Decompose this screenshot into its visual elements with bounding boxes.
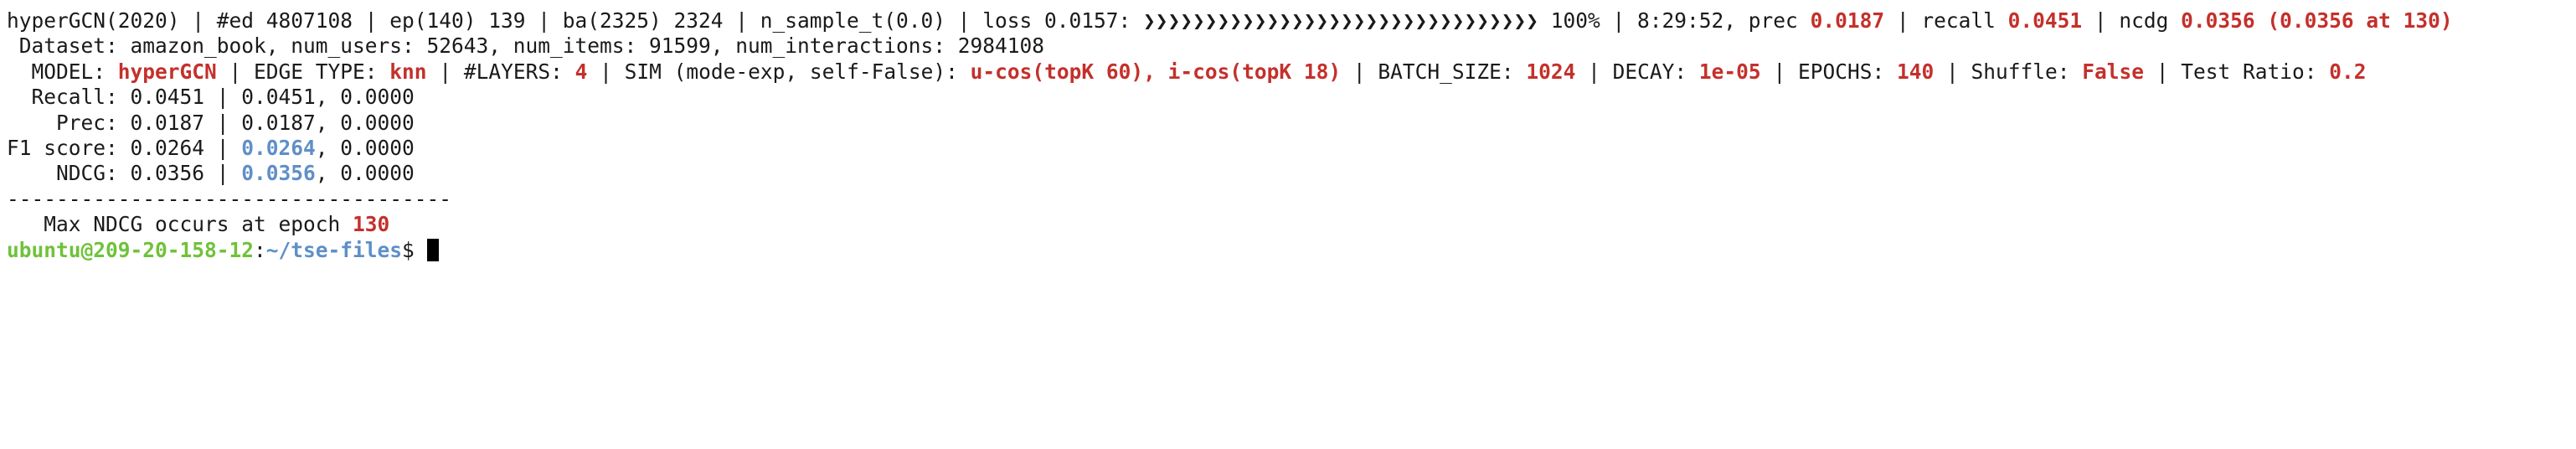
batch-value: 1024: [1526, 59, 1576, 84]
max-ndcg-epoch: 130: [353, 212, 390, 237]
metric-rest: , 0.0000: [315, 135, 415, 160]
prompt-symbol: $: [402, 237, 427, 262]
prompt-path: ~/tse-files: [265, 237, 403, 262]
edge-value: knn: [389, 59, 427, 84]
metric-label: Prec: 0.0187 |: [7, 110, 242, 135]
batch-label: | BATCH_SIZE:: [1341, 59, 1527, 84]
text-cursor[interactable]: [426, 238, 439, 261]
ratio-label: | Test Ratio:: [2144, 59, 2330, 84]
metric-label: NDCG: 0.0356 |: [7, 161, 242, 186]
progress-bar: ❯❯❯❯❯❯❯❯❯❯❯❯❯❯❯❯❯❯❯❯❯❯❯❯❯❯❯❯❯❯❯❯: [1143, 8, 1539, 33]
divider: ------------------------------------: [7, 186, 452, 211]
metric-row-prec: Prec: 0.0187 | 0.0187, 0.0000: [7, 111, 2569, 136]
shuffle-value: False: [2082, 59, 2144, 84]
sim-label: | SIM (mode-exp, self-False):: [587, 59, 971, 84]
prompt-colon: :: [254, 237, 266, 262]
layers-label: | #LAYERS:: [426, 59, 575, 84]
edge-label: | EDGE TYPE:: [216, 59, 390, 84]
model-value: hyperGCN: [117, 59, 217, 84]
metric-best: 0.0356: [241, 161, 316, 186]
max-ndcg-label: Max NDCG occurs at epoch: [7, 212, 353, 237]
decay-value: 1e-05: [1698, 59, 1761, 84]
ratio-value: 0.2: [2329, 59, 2367, 84]
metric-rest: , 0.0000: [315, 85, 415, 110]
metric-best: 0.0451: [241, 85, 316, 110]
progress-recall-value: 0.0451: [2007, 8, 2083, 33]
layers-value: 4: [574, 59, 588, 84]
dataset-line: Dataset: amazon_book, num_users: 52643, …: [7, 34, 1045, 59]
progress-mid: 100% | 8:29:52, prec: [1538, 8, 1811, 33]
metric-row-f1: F1 score: 0.0264 | 0.0264, 0.0000: [7, 136, 2569, 161]
metric-row-recall: Recall: 0.0451 | 0.0451, 0.0000: [7, 85, 2569, 110]
max-ndcg-line: Max NDCG occurs at epoch 130: [7, 212, 2569, 237]
progress-sep-recall: | recall: [1884, 8, 2008, 33]
prompt-user-host: ubuntu@209-20-158-12: [7, 237, 255, 262]
metric-label: Recall: 0.0451 |: [7, 85, 242, 110]
metric-rest: , 0.0000: [315, 161, 415, 186]
epochs-value: 140: [1896, 59, 1935, 84]
shuffle-label: | Shuffle:: [1934, 59, 2083, 84]
model-label: MODEL:: [7, 59, 118, 84]
shell-prompt[interactable]: ubuntu@209-20-158-12:~/tse-files$: [7, 238, 2569, 263]
progress-prefix: hyperGCN(2020) | #ed 4807108 | ep(140) 1…: [7, 8, 1144, 33]
metric-best: 0.0187: [241, 110, 316, 135]
progress-sep-ncdg: | ncdg: [2082, 8, 2182, 33]
sim-value: u-cos(topK 60), i-cos(topK 18): [970, 59, 1342, 84]
config-line: MODEL: hyperGCN | EDGE TYPE: knn | #LAYE…: [7, 59, 2569, 85]
progress-prec-value: 0.0187: [1810, 8, 1885, 33]
metric-best: 0.0264: [241, 135, 316, 160]
epochs-label: | EPOCHS:: [1760, 59, 1897, 84]
metric-rest: , 0.0000: [315, 110, 415, 135]
metric-label: F1 score: 0.0264 |: [7, 135, 242, 160]
decay-label: | DECAY:: [1575, 59, 1699, 84]
progress-ncdg-value: 0.0356 (0.0356 at 130): [2181, 8, 2453, 33]
progress-line: hyperGCN(2020) | #ed 4807108 | ep(140) 1…: [7, 8, 2569, 34]
metric-row-ndcg: NDCG: 0.0356 | 0.0356, 0.0000: [7, 161, 2569, 186]
terminal-window[interactable]: hyperGCN(2020) | #ed 4807108 | ep(140) 1…: [0, 0, 2576, 449]
